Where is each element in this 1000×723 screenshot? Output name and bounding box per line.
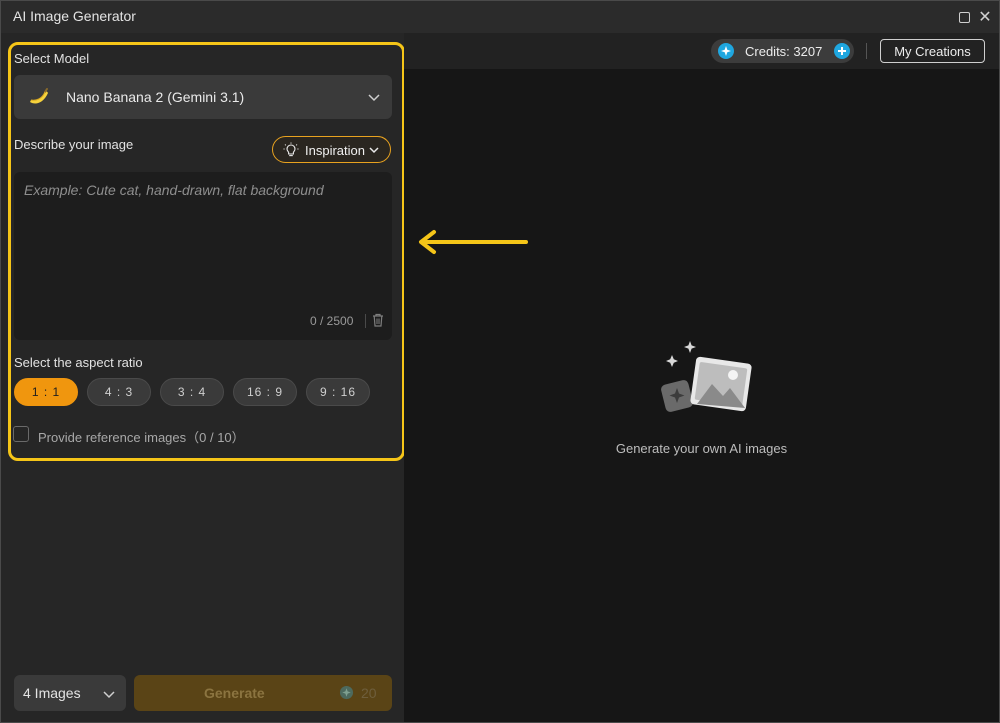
prompt-input[interactable] (14, 172, 392, 302)
close-icon: ✕ (978, 9, 992, 26)
lightbulb-icon (283, 142, 299, 157)
ratio-1-1[interactable]: 1 : 1 (14, 378, 78, 406)
window-title: AI Image Generator (13, 8, 136, 24)
credits-value: Credits: 3207 (745, 44, 823, 59)
chevron-down-icon (368, 94, 380, 102)
character-counter: 0 / 2500 (310, 314, 354, 328)
prompt-box: 0 / 2500 (14, 172, 392, 340)
generate-button[interactable]: Generate 20 (134, 675, 392, 711)
model-name: Nano Banana 2 (Gemini 3.1) (66, 89, 245, 105)
trash-icon[interactable] (370, 312, 386, 328)
ratio-4-3[interactable]: 4 : 3 (87, 378, 151, 406)
aspect-ratio-options: 1 : 1 4 : 3 3 : 4 16 : 9 9 : 16 (14, 378, 379, 406)
plus-icon (834, 43, 850, 59)
header-divider (866, 43, 867, 59)
model-dropdown[interactable]: Nano Banana 2 (Gemini 3.1) (14, 75, 392, 119)
aspect-ratio-label: Select the aspect ratio (14, 355, 143, 370)
ratio-3-4[interactable]: 3 : 4 (160, 378, 224, 406)
generate-label: Generate (204, 685, 265, 701)
maximize-button[interactable] (956, 9, 972, 25)
empty-state-text: Generate your own AI images (615, 441, 788, 456)
describe-label: Describe your image (14, 137, 134, 152)
inspiration-button[interactable]: Inspiration (272, 136, 391, 163)
reference-images-checkbox[interactable] (13, 426, 29, 442)
maximize-icon (958, 11, 970, 23)
credits-icon (718, 43, 734, 59)
preview-header: Credits: 3207 My Creations (404, 33, 999, 69)
close-button[interactable]: ✕ (977, 9, 993, 26)
credits-badge[interactable]: Credits: 3207 (711, 39, 854, 63)
counter-divider (365, 314, 366, 328)
my-creations-button[interactable]: My Creations (880, 39, 985, 63)
select-model-label: Select Model (14, 51, 90, 66)
arrow-left-icon (419, 230, 528, 254)
title-bar: AI Image Generator ✕ (1, 1, 999, 33)
ratio-16-9[interactable]: 16 : 9 (233, 378, 297, 406)
image-count-value: 4 Images (23, 685, 81, 701)
preview-panel: Credits: 3207 My Creations Generate your… (404, 33, 999, 722)
settings-panel: Select Model Nano Banana 2 (Gemini 3.1) … (1, 33, 405, 722)
chevron-down-icon (103, 691, 115, 699)
reference-images-label: Provide reference images（0 / 10） (38, 430, 245, 445)
image-placeholder-icon (661, 341, 752, 412)
generate-cost: 20 (361, 685, 377, 701)
ratio-9-16[interactable]: 9 : 16 (306, 378, 370, 406)
inspiration-label: Inspiration (305, 143, 365, 158)
chevron-down-icon (369, 147, 379, 154)
credits-icon (339, 685, 354, 700)
app-window: AI Image Generator ✕ Select Model Nano B… (0, 0, 1000, 723)
image-count-dropdown[interactable]: 4 Images (14, 675, 126, 711)
banana-icon (30, 88, 48, 104)
